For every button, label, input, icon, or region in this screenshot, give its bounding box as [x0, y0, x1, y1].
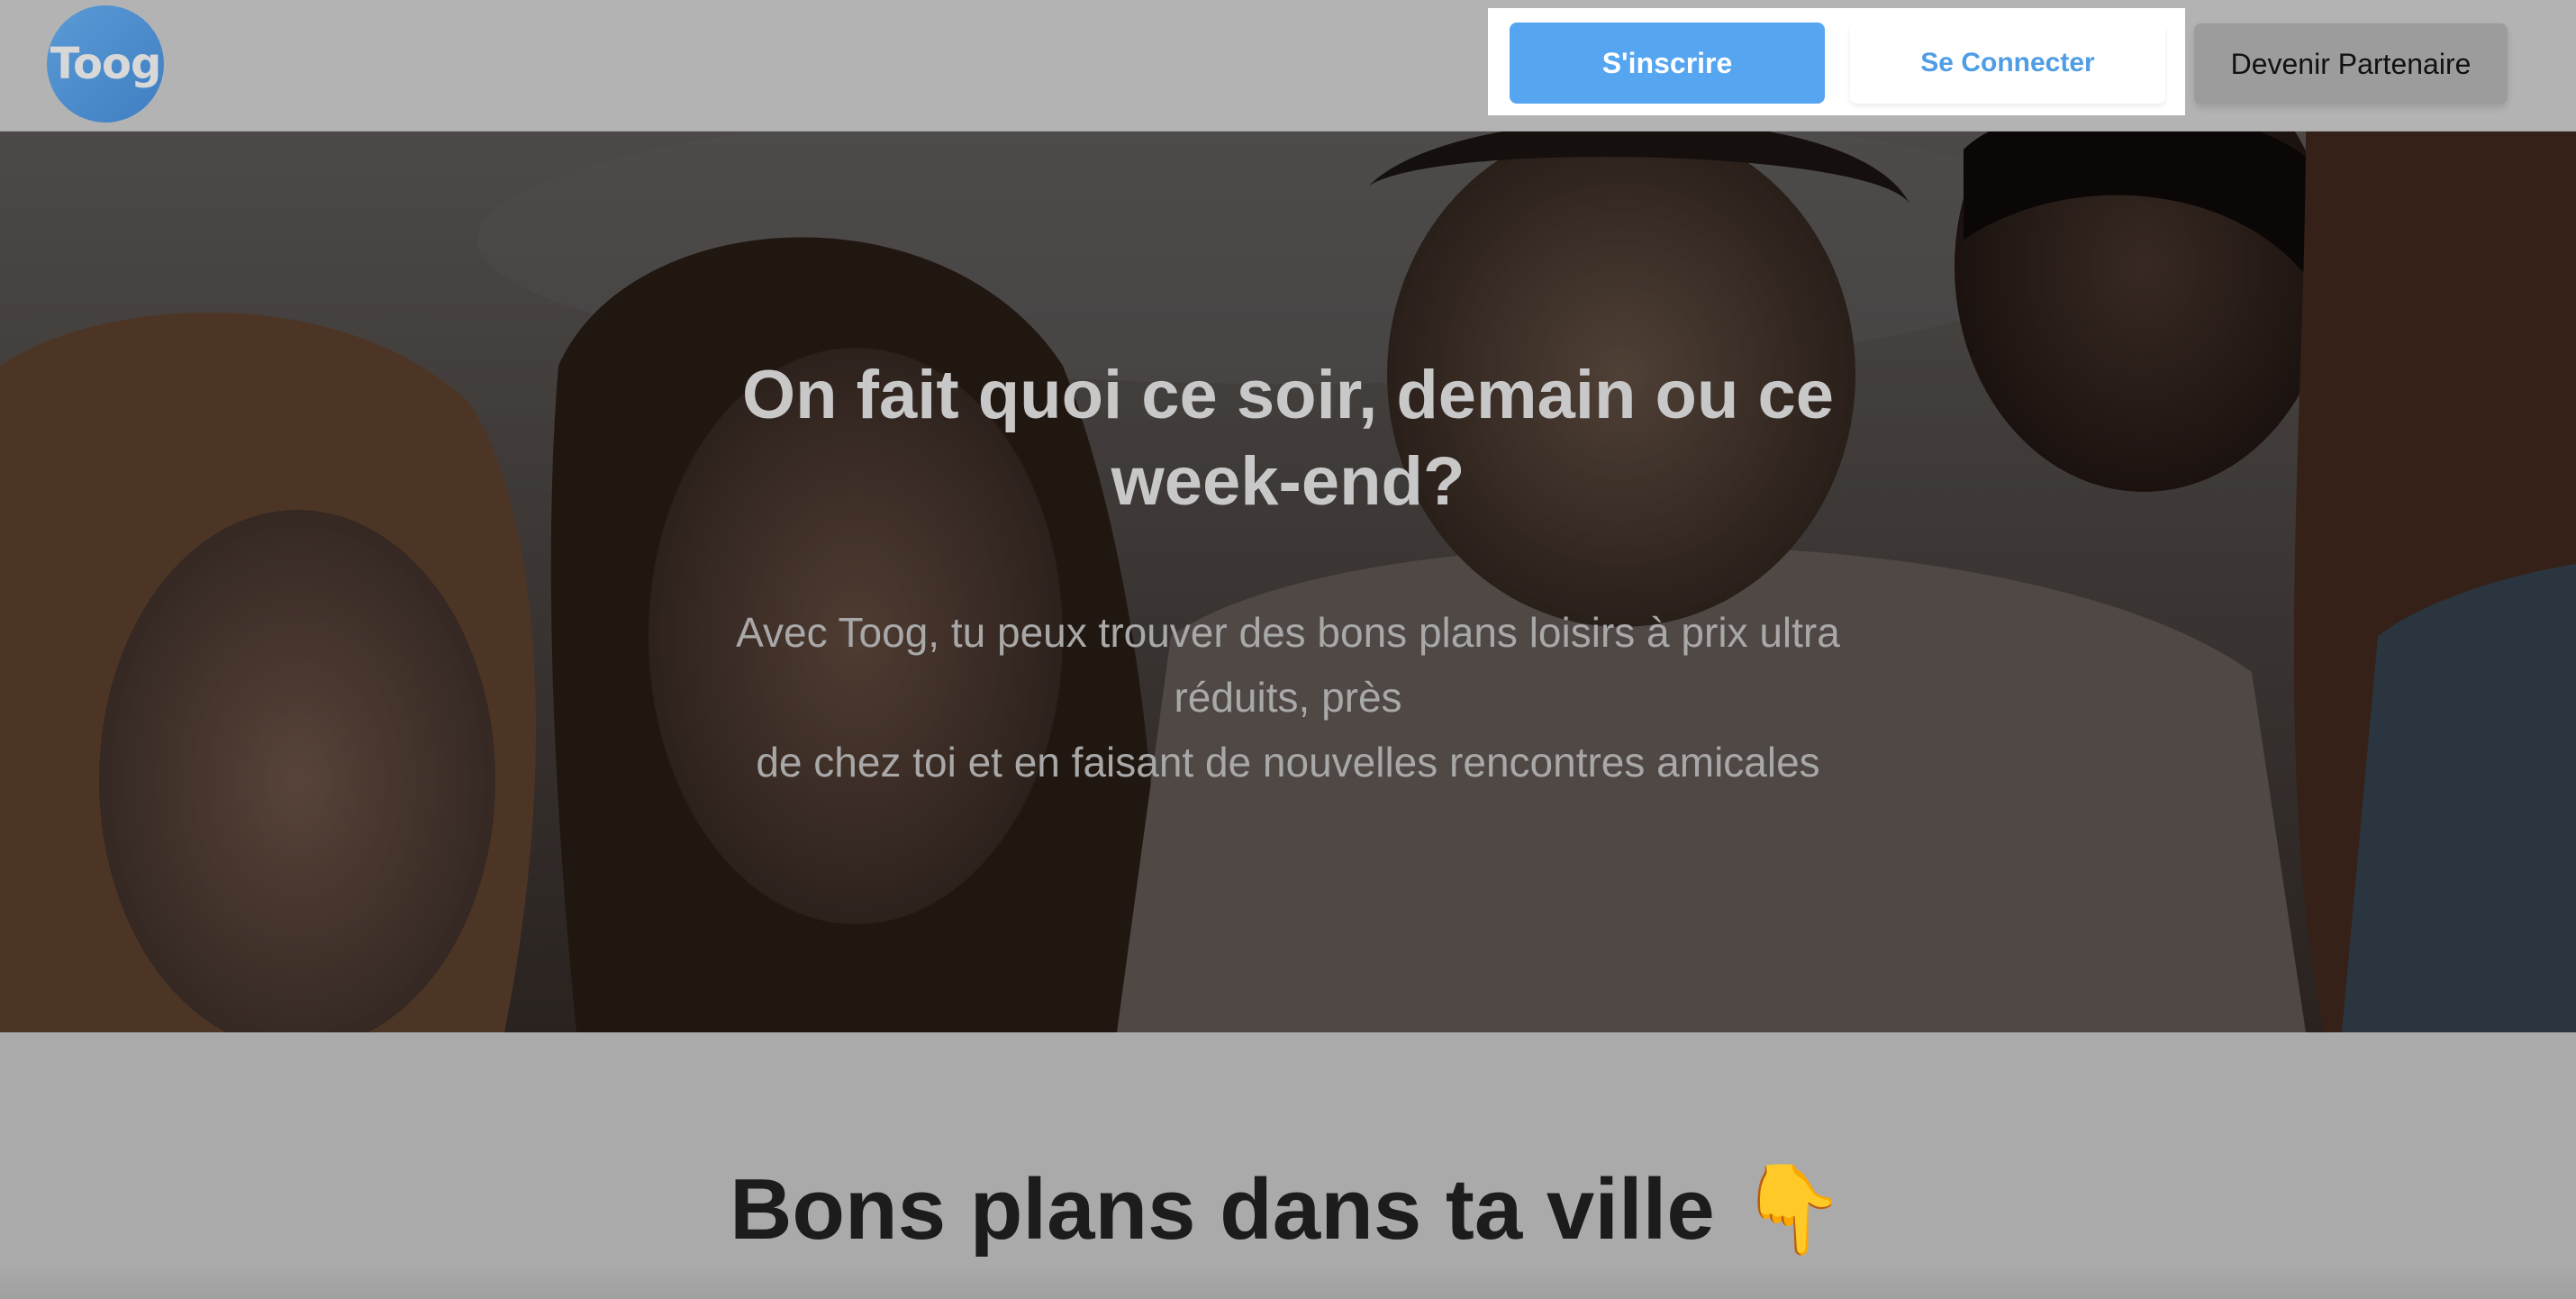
- deals-section: Bons plans dans ta ville 👇: [0, 1032, 2576, 1299]
- hero-banner: On fait quoi ce soir, demain ou ce week-…: [0, 132, 2576, 1032]
- login-button[interactable]: Se Connecter: [1850, 23, 2165, 104]
- signup-button[interactable]: S'inscrire: [1510, 23, 1825, 104]
- section-title-text: Bons plans dans ta ville: [730, 1161, 1715, 1258]
- section-title: Bons plans dans ta ville 👇: [0, 1158, 2576, 1260]
- section-divider: [0, 1263, 2576, 1299]
- hero-subtitle-line: Avec Toog, tu peux trouver des bons plan…: [736, 609, 1840, 656]
- become-partner-button[interactable]: Devenir Partenaire: [2194, 23, 2508, 104]
- hero-subtitle-line: réduits, près: [1174, 674, 1402, 721]
- page: Toog S'inscrire Se Connecter Devenir Par…: [0, 0, 2576, 1299]
- top-navbar: Toog S'inscrire Se Connecter Devenir Par…: [0, 0, 2576, 132]
- auth-buttons-group: S'inscrire Se Connecter: [1488, 8, 2185, 115]
- hero-subtitle: Avec Toog, tu peux trouver des bons plan…: [612, 600, 1964, 795]
- toog-logo[interactable]: Toog: [47, 5, 164, 123]
- hero-title: On fait quoi ce soir, demain ou ce week-…: [741, 357, 1835, 520]
- pointing-down-icon: 👇: [1738, 1158, 1846, 1259]
- hero-subtitle-line: de chez toi et en faisant de nouvelles r…: [756, 739, 1820, 786]
- hero-photo: [0, 132, 2576, 1032]
- logo-text: Toog: [50, 39, 162, 89]
